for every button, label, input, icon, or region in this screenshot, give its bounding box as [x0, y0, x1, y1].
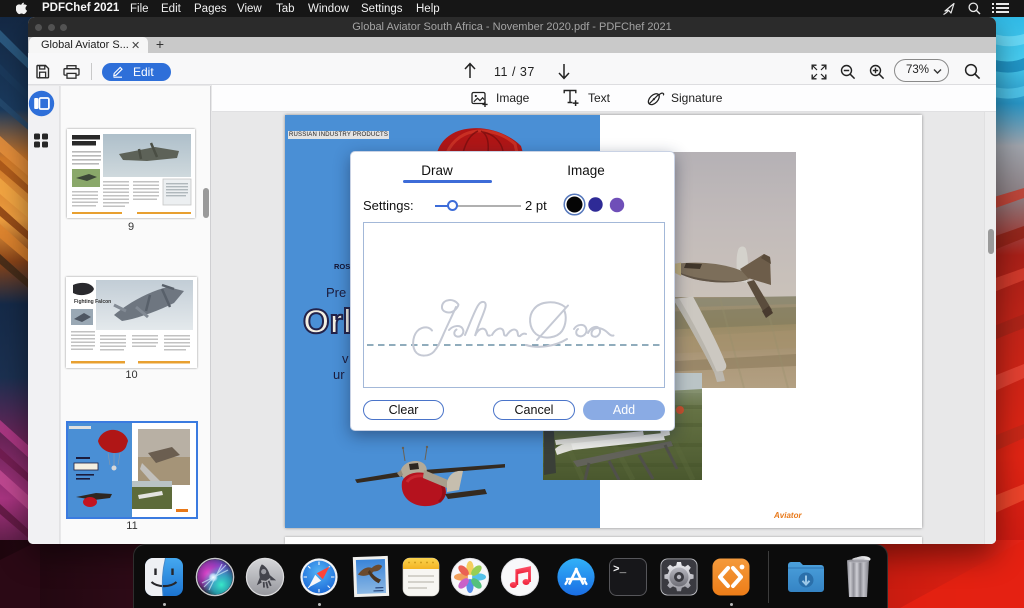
- svg-text:Fighting Falcon: Fighting Falcon: [74, 299, 111, 305]
- svg-text:>_: >_: [613, 564, 627, 576]
